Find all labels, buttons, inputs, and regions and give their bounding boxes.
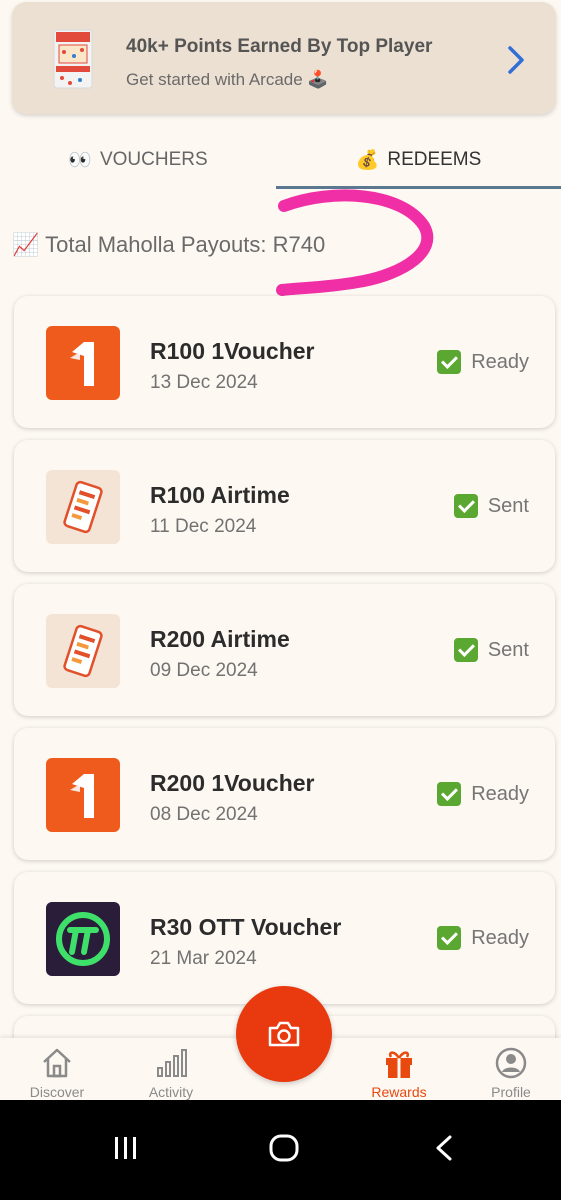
tab-vouchers-label: VOUCHERS — [99, 149, 208, 170]
1voucher-logo — [46, 326, 120, 400]
redeem-name: R30 OTT Voucher — [150, 914, 342, 940]
nav-label: Rewards — [371, 1084, 427, 1100]
chart-up-icon: 📈 — [12, 232, 40, 257]
redeem-name: R200 1Voucher — [150, 770, 315, 796]
1voucher-logo — [46, 758, 120, 832]
redeem-card[interactable]: R200 Airtime 09 Dec 2024 Sent — [14, 584, 555, 716]
redeem-name: R100 1Voucher — [150, 338, 315, 364]
arcade-banner[interactable]: 40k+ Points Earned By Top Player Get sta… — [12, 2, 556, 114]
banner-subtitle: Get started with Arcade 🕹️ — [126, 70, 329, 89]
arcade-machine-icon — [53, 29, 93, 89]
redeem-card[interactable]: R100 Airtime 11 Dec 2024 Sent — [14, 440, 555, 572]
bar-chart-icon — [157, 1049, 187, 1077]
status-badge: Ready — [437, 350, 529, 374]
redeem-date: 21 Mar 2024 — [150, 948, 257, 969]
redeem-date: 11 Dec 2024 — [150, 516, 257, 537]
status-label: Ready — [471, 782, 529, 805]
status-badge: Sent — [453, 494, 529, 518]
banner-title: 40k+ Points Earned By Top Player — [126, 36, 433, 57]
status-badge: Ready — [437, 926, 529, 950]
back-icon[interactable] — [432, 1134, 456, 1162]
home-button-icon[interactable] — [268, 1134, 300, 1162]
nav-profile[interactable]: Profile — [466, 1046, 556, 1100]
system-nav-bar — [0, 1100, 561, 1200]
redeem-name: R200 Airtime — [150, 626, 290, 652]
redeem-card[interactable]: R30 OTT Voucher 21 Mar 2024 Ready — [14, 872, 555, 1004]
nav-label: Discover — [29, 1084, 85, 1100]
check-icon — [453, 494, 478, 518]
home-icon — [43, 1048, 71, 1078]
eyes-icon: 👀 — [68, 150, 92, 171]
nav-rewards[interactable]: Rewards — [354, 1046, 444, 1100]
airtime-phone-icon — [46, 614, 120, 688]
tab-redeems[interactable]: 💰 REDEEMS — [276, 128, 561, 192]
redeem-date: 08 Dec 2024 — [150, 804, 258, 825]
nav-label: Profile — [491, 1084, 531, 1100]
nav-label: Activity — [148, 1084, 194, 1100]
airtime-phone-icon — [46, 470, 120, 544]
redeem-name: R100 Airtime — [150, 482, 290, 508]
gift-icon — [386, 1051, 412, 1078]
status-badge: Ready — [437, 782, 529, 806]
tab-bar: 👀 VOUCHERS 💰 REDEEMS — [0, 128, 561, 192]
status-label: Ready — [471, 350, 529, 373]
redeem-card[interactable]: R100 1Voucher 13 Dec 2024 Ready — [14, 296, 555, 428]
tab-vouchers[interactable]: 👀 VOUCHERS — [0, 128, 276, 192]
nav-activity[interactable]: Activity — [126, 1046, 216, 1100]
camera-button[interactable] — [236, 986, 332, 1082]
check-icon — [453, 638, 478, 662]
check-icon — [437, 782, 462, 806]
status-label: Sent — [487, 638, 529, 661]
status-badge: Sent — [453, 638, 529, 662]
nav-discover[interactable]: Discover — [12, 1046, 102, 1100]
check-icon — [437, 350, 462, 374]
chevron-right-icon[interactable] — [504, 44, 528, 76]
ott-logo — [46, 902, 120, 976]
camera-icon — [268, 1021, 300, 1047]
redeem-date: 09 Dec 2024 — [150, 660, 258, 681]
redeem-date: 13 Dec 2024 — [150, 372, 258, 393]
redeem-card[interactable]: R200 1Voucher 08 Dec 2024 Ready — [14, 728, 555, 860]
highlight-scribble — [276, 189, 434, 296]
recent-apps-icon[interactable] — [112, 1134, 140, 1162]
tab-redeems-label: REDEEMS — [387, 149, 482, 170]
status-label: Ready — [471, 926, 529, 949]
user-icon — [495, 1047, 527, 1079]
check-icon — [437, 926, 462, 950]
money-bag-icon: 💰 — [355, 150, 380, 171]
status-label: Sent — [487, 494, 529, 517]
